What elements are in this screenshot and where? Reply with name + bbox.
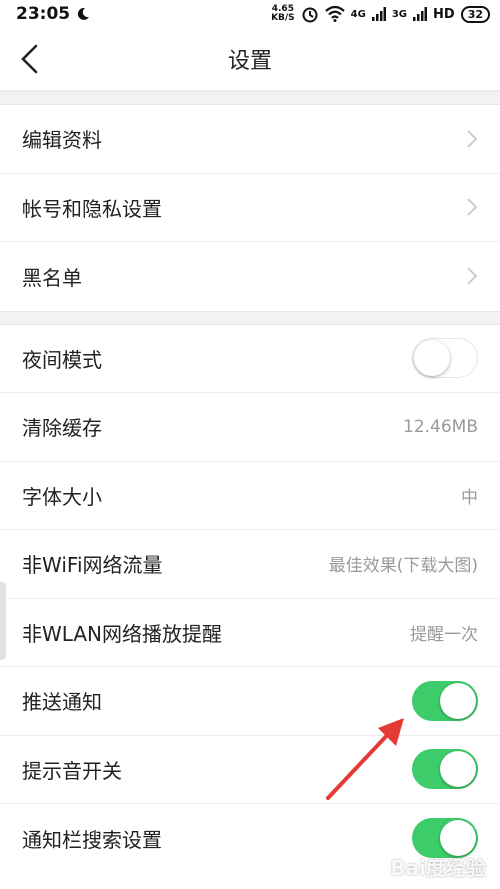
edge-pull-tab[interactable] [0,582,6,660]
non-wifi-traffic-value: 最佳效果(下载大图) [328,556,478,577]
moon-icon [77,7,90,20]
network-speed: 4.65 KB/S [271,4,295,23]
wifi-icon [324,6,345,22]
font-size-value: 中 [461,487,478,508]
toggle-knob [440,682,476,719]
settings-item-blacklist[interactable]: 黑名单 [0,242,500,311]
chevron-right-icon [467,130,478,148]
signal-bars-icon [413,7,428,21]
hd-label: HD [433,6,455,22]
settings-item-sound-switch: 提示音开关 [0,735,500,804]
push-notify-toggle[interactable] [412,680,478,721]
settings-item-label: 非WiFi网络流量 [22,553,163,578]
page-title: 设置 [227,49,272,74]
chevron-right-icon [467,267,478,285]
settings-item-clear-cache[interactable]: 清除缓存 12.46MB [0,393,500,462]
settings-item-font-size[interactable]: 字体大小 中 [0,461,500,530]
section-divider [0,91,500,105]
settings-item-label: 推送通知 [22,690,102,715]
signal-1-label: 4G [350,8,366,20]
general-settings-group: 夜间模式 清除缓存 12.46MB 字体大小 中 非WiFi网络流量 最佳效果(… [0,324,500,873]
settings-item-label: 提示音开关 [22,758,122,783]
settings-item-label: 字体大小 [22,484,102,509]
baidu-jingyan-watermark: Bai度经验 [390,856,486,880]
section-divider [0,310,500,325]
battery-indicator: 32 [460,5,490,23]
cache-size-value: 12.46MB [403,416,478,437]
status-bar: 23:05 4.65 KB/S 4G 3G HD 32 [0,0,500,28]
nav-bar: 设置 [0,28,500,91]
settings-item-non-wifi-traffic[interactable]: 非WiFi网络流量 最佳效果(下载大图) [0,530,500,599]
toggle-knob [414,339,450,376]
settings-item-label: 夜间模式 [22,347,102,372]
signal-2-label: 3G [391,8,408,20]
settings-item-push-notify: 推送通知 [0,667,500,736]
night-mode-toggle[interactable] [412,338,478,379]
alarm-icon [302,7,318,23]
account-settings-group: 编辑资料 帐号和隐私设置 黑名单 [0,105,500,311]
settings-item-account-privacy[interactable]: 帐号和隐私设置 [0,173,500,242]
settings-item-label: 帐号和隐私设置 [22,196,162,221]
sound-switch-toggle[interactable] [412,749,478,790]
chevron-right-icon [467,198,478,216]
settings-item-label: 通知栏搜索设置 [22,827,162,852]
settings-item-edit-profile[interactable]: 编辑资料 [0,105,500,174]
settings-item-label: 清除缓存 [22,416,102,441]
status-time: 23:05 [16,4,71,24]
signal-bars-icon [371,7,386,21]
non-wlan-reminder-value: 提醒一次 [410,624,478,645]
settings-item-label: 编辑资料 [22,128,102,153]
settings-item-label: 黑名单 [22,265,82,290]
toggle-knob [440,820,476,857]
settings-item-label: 非WLAN网络播放提醒 [22,621,223,646]
chevron-left-icon[interactable] [18,44,42,74]
settings-item-non-wlan-reminder[interactable]: 非WLAN网络播放提醒 提醒一次 [0,598,500,667]
settings-item-night-mode: 夜间模式 [0,324,500,393]
toggle-knob [440,751,476,788]
